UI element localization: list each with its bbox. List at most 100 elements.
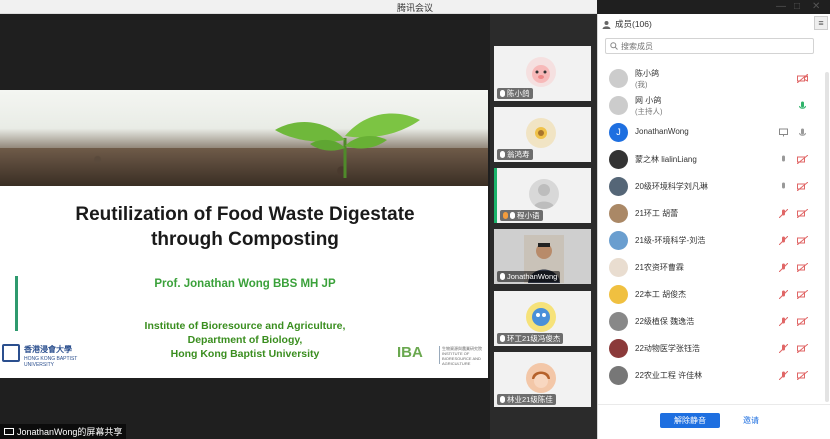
tile-name: 翁鸿寿 [507, 150, 530, 159]
member-avatar [609, 69, 628, 88]
tile-label: 程小语 [500, 210, 543, 221]
member-avatar [609, 177, 628, 196]
camera-off-icon[interactable] [797, 317, 808, 326]
member-name: 22动物医学张钰浩 [635, 344, 700, 353]
mic-icon [500, 90, 505, 97]
tile-label: 陈小鸽 [497, 88, 533, 99]
member-row[interactable]: 21农资环曹霖 [598, 255, 830, 282]
iba-logo: IBA 生物資源與農業研究院 INSTITUTE OF BIORESOURCE … [395, 340, 485, 370]
mic-off-icon[interactable] [779, 371, 788, 380]
member-name: 22级植保 魏逸浩 [635, 317, 695, 326]
mic-icon [500, 151, 505, 158]
member-avatar [609, 96, 628, 115]
camera-off-icon[interactable] [797, 182, 808, 191]
camera-off-icon[interactable] [797, 371, 808, 380]
member-row[interactable]: 22农业工程 许佳林 [598, 363, 830, 390]
member-avatar [609, 231, 628, 250]
screen-share-icon [779, 128, 788, 137]
university-crest-icon [2, 344, 20, 362]
mic-on-icon[interactable] [797, 101, 808, 110]
avatar [526, 118, 556, 148]
seedling-photo [0, 90, 488, 186]
mic-icon[interactable] [797, 128, 808, 137]
video-tile[interactable]: 翁鸿寿 [494, 107, 591, 162]
member-row[interactable]: 21环工 胡蕾 [598, 201, 830, 228]
speaking-icon [503, 212, 508, 219]
shared-screen[interactable]: Reutilization of Food Waste Digestate th… [0, 14, 490, 439]
avatar [529, 179, 559, 209]
search-input[interactable] [621, 41, 801, 51]
mic-icon [500, 273, 505, 280]
member-name: 陈小鸽 [635, 69, 659, 78]
member-avatar [609, 339, 628, 358]
video-tile[interactable]: 陈小鸽 [494, 46, 591, 101]
members-footer: 解除静音 邀请 [598, 404, 830, 439]
mic-icon[interactable] [779, 155, 788, 164]
member-name: JonathanWong [635, 127, 689, 136]
mic-off-icon[interactable] [779, 236, 788, 245]
member-row[interactable]: 陈小鸽 (我) [598, 66, 830, 93]
camera-off-icon[interactable] [797, 263, 808, 272]
member-name: 21级-环境科学-刘浩 [635, 236, 706, 245]
member-name: 21农资环曹霖 [635, 263, 684, 272]
mic-off-icon[interactable] [779, 209, 788, 218]
minimize-icon[interactable]: — [776, 1, 786, 12]
camera-off-icon[interactable] [797, 74, 808, 83]
member-list-scrollbar[interactable] [825, 72, 829, 402]
hkbu-logo: 香港浸會大學 HONG KONG BAPTIST UNIVERSITY [2, 340, 97, 370]
tile-label: 林业21级陈佳 [497, 394, 556, 405]
maximize-icon[interactable]: □ [794, 1, 800, 12]
hkbu-logo-zh: 香港浸會大學 [24, 345, 72, 354]
mic-off-icon[interactable] [779, 344, 788, 353]
invite-button[interactable]: 邀请 [743, 413, 759, 428]
video-tile[interactable]: 环工21级冯俊杰 [494, 291, 591, 346]
participant-video-column: 陈小鸽 翁鸿寿 程小语 JonathanWong 环工21级冯俊杰 林业21级陈… [490, 14, 597, 439]
tile-name: 陈小鸽 [507, 89, 530, 98]
member-row[interactable]: 22级植保 魏逸浩 [598, 309, 830, 336]
camera-off-icon[interactable] [797, 236, 808, 245]
close-icon[interactable]: ✕ [812, 1, 820, 12]
mic-icon[interactable] [779, 182, 788, 191]
video-tile[interactable]: 林业21级陈佳 [494, 352, 591, 407]
iba-logo-text: 生物資源與農業研究院 INSTITUTE OF BIORESOURCE AND … [439, 346, 483, 366]
avatar [526, 363, 556, 393]
video-tile-active[interactable]: 程小语 [494, 168, 591, 223]
member-name: 22农业工程 许佳林 [635, 371, 703, 380]
member-name: 20级环境科学刘凡琳 [635, 182, 708, 191]
hkbu-logo-en: HONG KONG BAPTIST UNIVERSITY [24, 356, 78, 368]
member-role: (我) [635, 80, 648, 89]
camera-off-icon[interactable] [797, 344, 808, 353]
mic-off-icon[interactable] [779, 290, 788, 299]
mic-off-icon[interactable] [779, 317, 788, 326]
tile-name: 程小语 [517, 211, 540, 220]
unmute-all-button[interactable]: 解除静音 [660, 413, 720, 428]
member-row[interactable]: 21级-环境科学-刘浩 [598, 228, 830, 255]
members-icon [602, 20, 611, 29]
video-tile[interactable]: JonathanWong [494, 229, 591, 284]
member-search[interactable] [605, 38, 814, 54]
tile-name: JonathanWong [507, 272, 558, 281]
member-row[interactable]: 网 小鸽 (主持人) [598, 93, 830, 120]
panel-menu-icon[interactable]: ≡ [814, 16, 828, 30]
camera-off-icon[interactable] [797, 209, 808, 218]
member-avatar [609, 204, 628, 223]
camera-off-icon[interactable] [797, 155, 808, 164]
avatar [526, 57, 556, 87]
screen-share-text: JonathanWong的屏幕共享 [17, 427, 123, 437]
member-row[interactable]: 22动物医学张钰浩 [598, 336, 830, 363]
member-row[interactable]: 22本工 胡俊杰 [598, 282, 830, 309]
presentation-slide: Reutilization of Food Waste Digestate th… [0, 90, 488, 378]
member-row[interactable]: 20级环境科学刘凡琳 [598, 174, 830, 201]
slide-title: Reutilization of Food Waste Digestate th… [20, 202, 470, 252]
member-name: 网 小鸽 [635, 96, 662, 105]
member-role: (主持人) [635, 107, 663, 116]
title-bar: 腾讯会议 [0, 0, 597, 14]
screen-share-icon [4, 427, 14, 435]
camera-off-icon[interactable] [797, 290, 808, 299]
member-row[interactable]: J JonathanWong [598, 120, 830, 147]
tile-label: 环工21级冯俊杰 [497, 333, 564, 344]
member-avatar [609, 150, 628, 169]
mic-off-icon[interactable] [779, 263, 788, 272]
member-row[interactable]: 蒙之林 lialinLiang [598, 147, 830, 174]
member-avatar: J [609, 123, 628, 142]
